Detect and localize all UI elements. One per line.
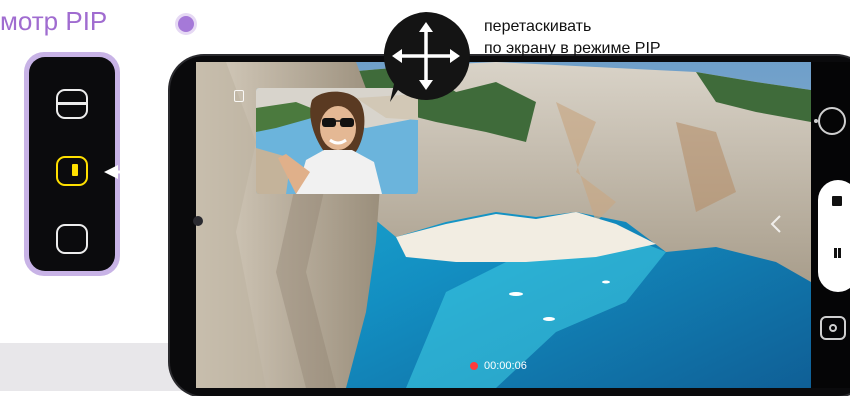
mode-title: мотр PIP (0, 6, 108, 36)
stop-icon[interactable] (832, 196, 842, 206)
recording-dot (470, 362, 478, 370)
drag-tooltip: перетаскивать по экрану в режиме PIP (484, 0, 661, 60)
pointer-arrow (104, 165, 176, 179)
tooltip-line-1 (484, 0, 661, 16)
move-arrows-icon (383, 12, 470, 102)
title-bullet-dot (178, 16, 194, 32)
view-mode-panel-inner (29, 57, 115, 271)
flip-camera-icon[interactable] (814, 107, 846, 135)
pause-icon[interactable] (834, 248, 837, 258)
snapshot-icon[interactable] (820, 316, 846, 340)
front-camera-hole (193, 216, 203, 226)
split-view-button[interactable] (56, 89, 88, 119)
tooltip-line-2: перетаскивать (484, 18, 592, 35)
pip-view-button[interactable] (56, 156, 88, 186)
pip-resize-handle[interactable] (234, 90, 244, 102)
single-view-button[interactable] (56, 224, 88, 254)
recording-indicator: 00:00:06 (470, 360, 527, 372)
tooltip-line-3: по экрану в режиме PIP (484, 40, 661, 57)
recording-time: 00:00:06 (484, 360, 527, 372)
chevron-left-icon[interactable] (770, 214, 782, 234)
